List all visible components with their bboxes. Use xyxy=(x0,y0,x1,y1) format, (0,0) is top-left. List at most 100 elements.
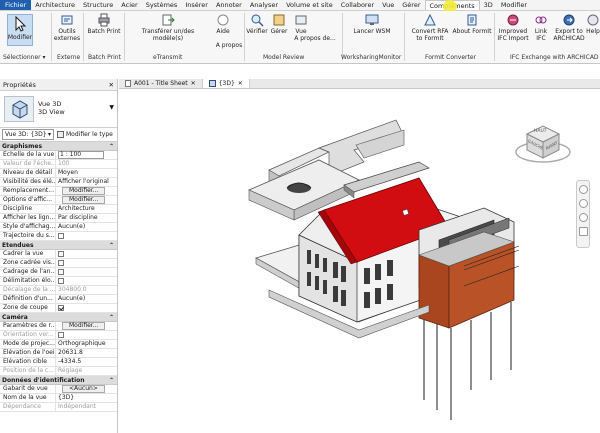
property-label: Elévation de l'oeil xyxy=(0,349,56,357)
property-value[interactable]: <Aucun> xyxy=(56,385,117,393)
separator xyxy=(404,13,405,61)
3d-viewport[interactable]: HAUT GAUCHE AVANT xyxy=(119,90,600,433)
orbit-icon[interactable] xyxy=(579,227,588,236)
property-value[interactable]: Architecture xyxy=(56,205,117,213)
view-button[interactable]: Vue xyxy=(292,13,310,36)
type-selector[interactable]: Vue 3D 3D View ▼ xyxy=(0,91,117,128)
checkbox[interactable] xyxy=(58,251,64,257)
tools-icon xyxy=(60,13,74,27)
close-icon[interactable]: ✕ xyxy=(238,79,243,89)
manage-button[interactable]: Gérer xyxy=(268,13,290,36)
manage-label: Gérer xyxy=(270,28,288,35)
property-row: Orientation ver... xyxy=(0,331,117,340)
property-value[interactable]: Afficher l'original xyxy=(56,178,117,186)
convert-rfa-button[interactable]: Convert RFA to FormIt xyxy=(408,13,452,42)
property-row: Zone cadrée vis... xyxy=(0,259,117,268)
property-value[interactable]: 100 xyxy=(56,160,117,168)
tab-modifier[interactable]: Modifier xyxy=(497,0,531,10)
export-archicad-button[interactable]: Export to ARCHICAD xyxy=(552,13,586,42)
section-title: Etendues xyxy=(2,242,34,249)
checkbox[interactable] xyxy=(58,332,64,338)
close-icon[interactable]: ✕ xyxy=(109,79,117,90)
property-value[interactable] xyxy=(56,304,117,312)
pan-icon[interactable] xyxy=(579,199,588,208)
edit-type-button[interactable]: Modifier le type xyxy=(57,131,113,138)
help-button[interactable]: Aide xyxy=(212,13,234,36)
tab-inserer[interactable]: Insérer xyxy=(181,0,212,10)
tab-title-sheet[interactable]: A001 - Title Sheet ✕ xyxy=(119,79,203,88)
checkbox[interactable] xyxy=(58,278,64,284)
tab-collaborer[interactable]: Collaborer xyxy=(337,0,378,10)
tab-architecture[interactable]: Architecture xyxy=(31,0,79,10)
improved-ifc-import-button[interactable]: Improved IFC Import xyxy=(496,13,530,42)
view-instance-select[interactable]: Vue 3D: {3D} ▾ xyxy=(2,129,54,140)
checkbox[interactable] xyxy=(58,233,64,239)
property-value[interactable]: {3D} xyxy=(56,394,117,402)
transfer-models-button[interactable]: Transférer un/des modèle(s) xyxy=(126,13,210,42)
tab-analyser[interactable]: Analyser xyxy=(246,0,282,10)
property-row: Niveau de détail Moyen xyxy=(0,169,117,178)
link-ifc-button[interactable]: Link IFC xyxy=(531,13,551,42)
property-value[interactable] xyxy=(56,259,117,267)
property-value[interactable]: Par discipline xyxy=(56,214,117,222)
zoom-icon[interactable] xyxy=(579,213,588,222)
type-name-main: Vue 3D xyxy=(38,100,62,108)
property-value[interactable]: 1 : 100 xyxy=(56,151,117,159)
property-value[interactable]: 304800.0 xyxy=(56,286,117,294)
property-value[interactable]: Moyen xyxy=(56,169,117,177)
section-graphismes[interactable]: Graphismes ⌃ xyxy=(0,142,117,151)
tab-annoter[interactable]: Annoter xyxy=(212,0,246,10)
tab-systemes[interactable]: Systèmes xyxy=(142,0,182,10)
property-value[interactable]: Modifier... xyxy=(56,187,117,195)
about-model-review-button[interactable]: A propos de... xyxy=(290,35,340,43)
property-label: Cadrer la vue xyxy=(0,250,56,258)
property-value[interactable]: 20631.8 xyxy=(56,349,117,357)
property-value[interactable]: Réglage xyxy=(56,367,117,375)
property-value[interactable] xyxy=(56,250,117,258)
section-etendues[interactable]: Etendues ⌃ xyxy=(0,241,117,250)
dropdown-arrow-icon[interactable]: ▼ xyxy=(109,104,114,111)
property-value[interactable] xyxy=(56,277,117,285)
property-row: Définition d'un... Aucun(e) xyxy=(0,295,117,304)
property-row: Valeur de l'éche... 100 xyxy=(0,160,117,169)
property-value[interactable] xyxy=(56,331,117,339)
tab-gerer[interactable]: Gérer xyxy=(398,0,424,10)
steering-wheel-icon[interactable] xyxy=(579,185,588,194)
property-label: Remplacement... xyxy=(0,187,56,195)
property-value[interactable]: Aucun(e) xyxy=(56,295,117,303)
help-archicad-button[interactable]: Help xyxy=(586,13,600,36)
property-value[interactable]: -4334.5 xyxy=(56,358,117,366)
select-pane-label[interactable]: Sélectionner ▾ xyxy=(3,54,46,61)
checkbox[interactable] xyxy=(58,305,64,311)
property-value[interactable] xyxy=(56,268,117,276)
property-value[interactable]: Aucun(e) xyxy=(56,223,117,231)
modify-button[interactable]: Modifier xyxy=(7,14,33,46)
tab-fichier[interactable]: Fichier xyxy=(0,0,32,10)
tab-volume-et-site[interactable]: Volume et site xyxy=(282,0,337,10)
tab-vue[interactable]: Vue xyxy=(378,0,398,10)
verify-button[interactable]: Vérifier xyxy=(246,13,268,36)
property-value[interactable] xyxy=(56,232,117,240)
about-formit-button[interactable]: About FormIt xyxy=(452,13,492,36)
tab-3d-view[interactable]: {3D} ✕ xyxy=(202,79,250,89)
external-tools-button[interactable]: Outils externes xyxy=(54,13,80,42)
property-value[interactable]: Orthographique xyxy=(56,340,117,348)
property-value[interactable]: Indépendant xyxy=(56,403,117,411)
property-value-text: -4334.5 xyxy=(58,358,82,365)
tab-structure[interactable]: Structure xyxy=(79,0,117,10)
about-etransmit-button[interactable]: A propos xyxy=(214,42,244,50)
section-camera[interactable]: Caméra ⌃ xyxy=(0,313,117,322)
close-icon[interactable]: ✕ xyxy=(191,79,196,89)
launch-wsm-button[interactable]: Lancer WSM xyxy=(350,13,394,36)
property-row: Mode de projec... Orthographique xyxy=(0,340,117,349)
checkbox[interactable] xyxy=(58,260,64,266)
section-identification[interactable]: Données d'identification ⌃ xyxy=(0,376,117,385)
viewcube[interactable]: HAUT GAUCHE AVANT xyxy=(513,118,573,168)
checkbox[interactable] xyxy=(58,269,64,275)
batch-print-button[interactable]: Batch Print xyxy=(87,13,121,36)
tab-3d[interactable]: 3D xyxy=(480,0,497,10)
property-value[interactable]: Modifier... xyxy=(56,322,117,330)
tab-acier[interactable]: Acier xyxy=(117,0,141,10)
property-value-text: Aucun(e) xyxy=(58,295,86,302)
property-value[interactable]: Modifier... xyxy=(56,196,117,204)
